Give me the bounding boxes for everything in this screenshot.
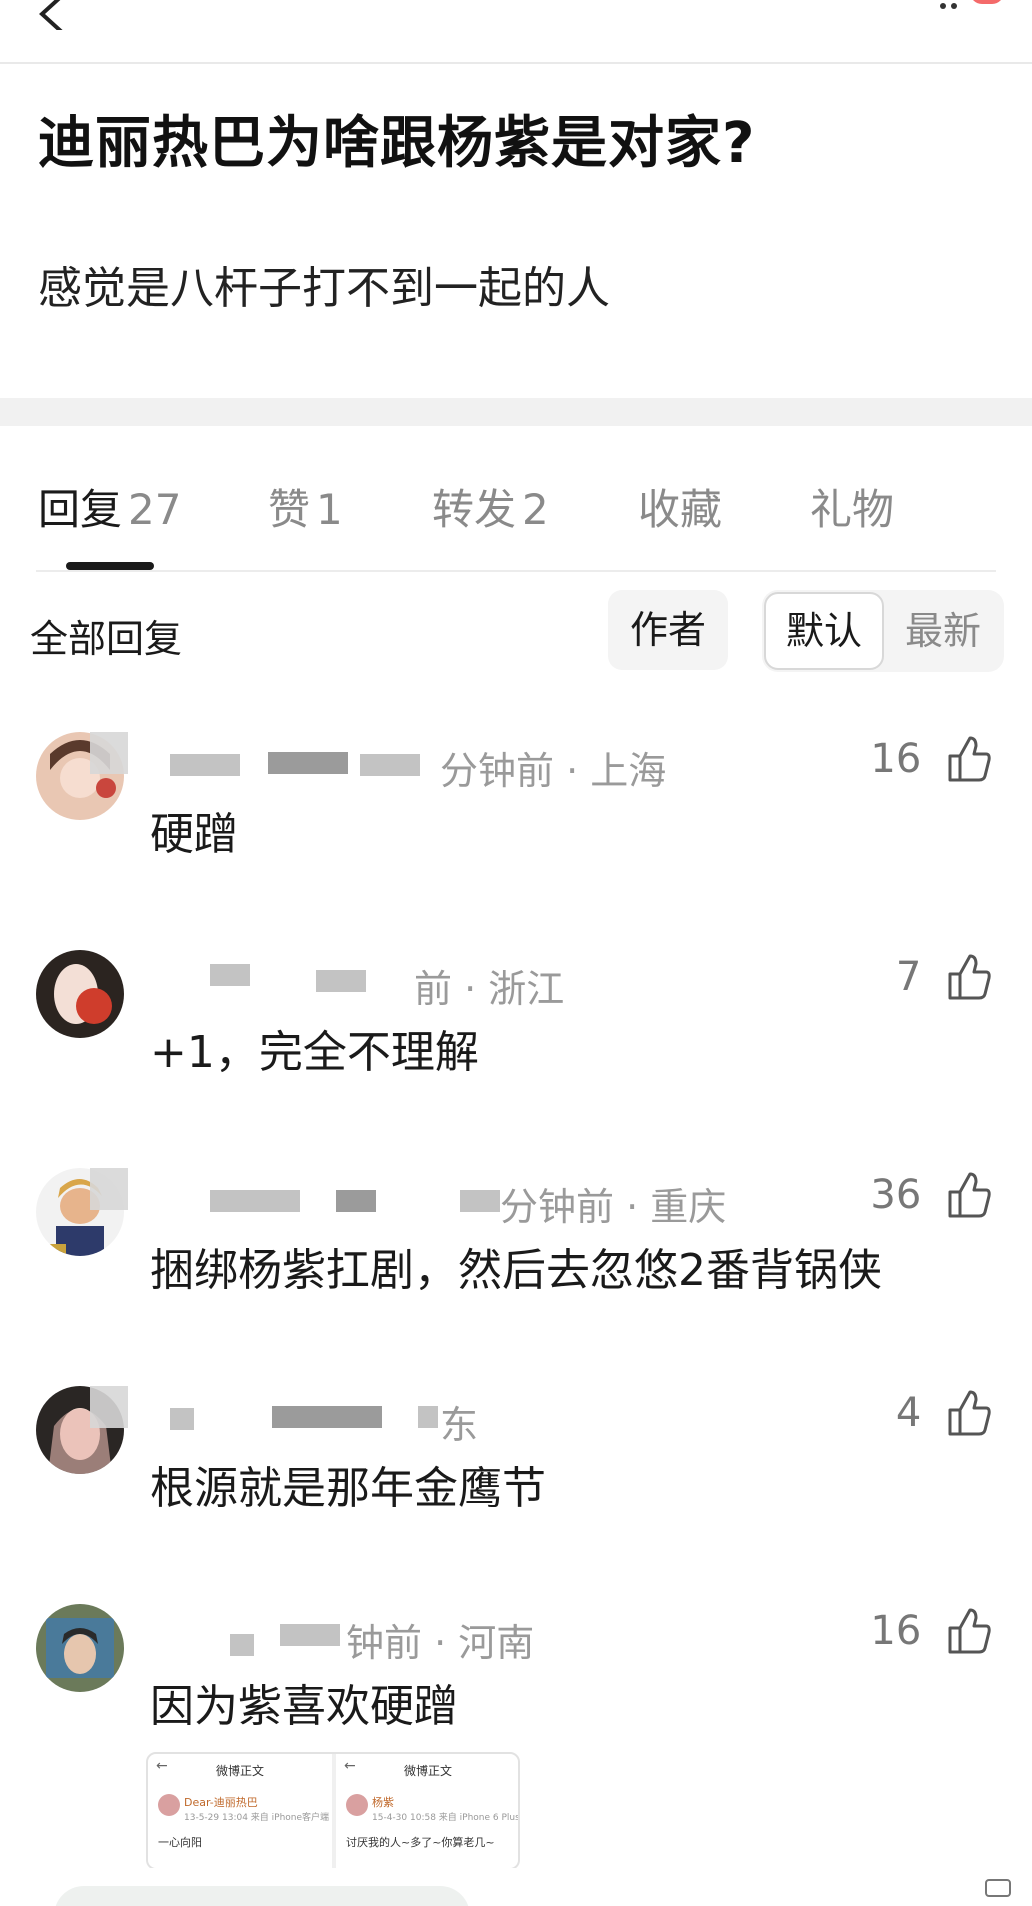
comment-time-location: 分钟前 · 重庆 [500,1185,727,1229]
attachment-text: 一心向阳 [158,1836,202,1849]
attachment-user: Dear-迪丽热巴 [184,1796,258,1809]
sort-default-button[interactable]: 默认 [764,592,884,670]
like-button[interactable]: 4 [896,1388,992,1448]
avatar[interactable] [36,950,124,1038]
avatar [346,1794,368,1816]
tab-gifts[interactable]: 礼物 [810,476,894,537]
comment-icon[interactable] [984,1876,1014,1900]
mosaic-blur [210,1190,300,1212]
active-tab-indicator [66,562,154,570]
avatar [158,1794,180,1816]
mosaic-blur [280,1624,340,1646]
comment-meta: 东 [150,1386,710,1447]
mosaic-blur [170,754,240,776]
like-button[interactable]: 7 [896,952,992,1012]
attachment-text: 讨厌我的人~多了~你算老几~ [346,1836,495,1849]
sort-toggle: 默认 最新 [762,590,1004,672]
comment-text: 因为紫喜欢硬蹭 [150,1681,458,1732]
tab-count: 1 [316,485,343,534]
mosaic-blur [210,964,250,986]
attachment-time: 15-4-30 10:58 来自 iPhone 6 Plus [372,1813,520,1823]
avatar[interactable] [36,1604,124,1692]
tab-reposts[interactable]: 转发 2 [432,476,549,537]
more-icon[interactable] [940,0,964,9]
thumbs-up-icon [948,1390,991,1436]
comment-time-location: 前 · 浙江 [414,967,565,1011]
notification-badge [970,0,1004,4]
comment-item: 分钟前 · 重庆 捆绑杨紫扛剧，然后去忽悠2番背锅侠 36 [0,1168,1032,1368]
mosaic-blur [170,1408,194,1430]
section-divider [0,398,1032,426]
comment-text: +1，完全不理解 [150,1027,479,1078]
attachment-header: 微博正文 [403,1764,452,1778]
like-count: 36 [870,1172,922,1218]
tab-label: 礼物 [810,485,895,534]
tabs-divider [36,570,996,572]
like-button[interactable]: 16 [870,1606,992,1666]
bottom-bar [0,1868,1032,1906]
like-count: 4 [895,1390,922,1436]
comment-item: 东 根源就是那年金鹰节 4 [0,1386,1032,1586]
comment-meta: 分钟前 · 上海 [150,732,710,793]
mosaic-blur [272,1406,382,1428]
mosaic-blur [230,1634,254,1656]
tab-bar: 回复 27 赞1 转发 2 收藏 礼物 [0,476,1032,546]
like-count: 16 [870,1608,922,1654]
back-arrow-icon[interactable] [30,0,74,30]
comment-text: 捆绑杨紫扛剧，然后去忽悠2番背锅侠 [150,1245,882,1296]
comment-meta: 前 · 浙江 [150,950,710,1011]
mosaic-blur [316,970,366,992]
attachment-screenshot: ← 微博正文 杨紫 15-4-30 10:58 来自 iPhone 6 Plus… [336,1754,520,1868]
mosaic-blur [460,1190,500,1212]
top-bar [0,0,1032,64]
tab-likes[interactable]: 赞1 [268,476,343,537]
thumbs-up-icon [948,1172,991,1218]
thumbs-up-icon [948,954,991,1000]
thumbs-up-icon [948,1608,991,1654]
tab-label: 收藏 [638,485,723,534]
mosaic-blur [360,754,420,776]
post-title: 迪丽热巴为啥跟杨紫是对家? [38,111,756,176]
comment-meta: 钟前 · 河南 [150,1604,710,1665]
filter-row: 全部回复 作者 默认 最新 [0,590,1032,672]
attachment-time: 13-5-29 13:04 来自 iPhone客户端 [184,1813,330,1823]
mosaic-blur [90,732,128,774]
comment-meta: 分钟前 · 重庆 [150,1168,726,1229]
thumbs-up-icon [948,736,991,782]
tab-label: 回复 [38,485,123,534]
mosaic-blur [268,752,348,774]
comment-time-location: 钟前 · 河南 [346,1621,535,1665]
comment-image-attachment[interactable]: ← 微博正文 Dear-迪丽热巴 13-5-29 13:04 来自 iPhone… [146,1752,520,1870]
reply-input[interactable] [54,1886,470,1906]
mosaic-blur [90,1386,128,1428]
post-description: 感觉是八杆子打不到一起的人 [38,263,610,314]
tab-label: 转发 [432,485,517,534]
comment-time-location: 东 [440,1403,479,1447]
mosaic-blur [336,1190,376,1212]
tab-count: 27 [128,485,182,534]
like-count: 16 [870,736,922,782]
mosaic-blur [90,1168,128,1210]
attachment-header: 微博正文 [215,1764,264,1778]
like-button[interactable]: 16 [870,734,992,794]
author-filter-button[interactable]: 作者 [608,590,728,670]
all-replies-label: 全部回复 [30,617,183,661]
sort-latest-button[interactable]: 最新 [884,592,1002,670]
tab-favorites[interactable]: 收藏 [638,476,722,537]
tab-count: 2 [522,485,549,534]
attachment-user: 杨紫 [372,1796,394,1809]
attachment-screenshot: ← 微博正文 Dear-迪丽热巴 13-5-29 13:04 来自 iPhone… [148,1754,332,1868]
like-button[interactable]: 36 [870,1170,992,1230]
comment-item: 分钟前 · 上海 硬蹭 16 [0,732,1032,932]
comment-item: 前 · 浙江 +1，完全不理解 7 [0,950,1032,1150]
mosaic-blur [418,1406,438,1428]
like-count: 7 [895,954,922,1000]
comment-text: 硬蹭 [150,809,238,860]
tab-label: 赞 [268,485,311,534]
comment-time-location: 分钟前 · 上海 [440,749,667,793]
tab-replies[interactable]: 回复 27 [38,476,181,537]
comment-text: 根源就是那年金鹰节 [150,1463,546,1514]
